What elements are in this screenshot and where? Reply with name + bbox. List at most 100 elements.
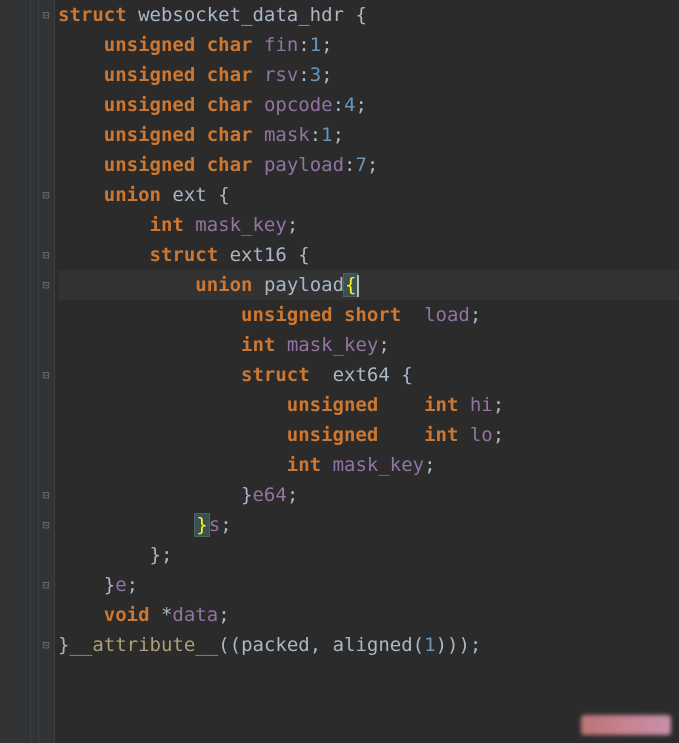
- token: ;: [218, 604, 229, 626]
- token: lo: [470, 424, 493, 446]
- token: {: [390, 364, 413, 386]
- fold-collapse-icon[interactable]: ⊟: [40, 369, 52, 381]
- token: void: [104, 604, 150, 626]
- code-line[interactable]: unsigned char opcode:4;: [58, 90, 679, 120]
- token: 1: [424, 634, 435, 656]
- code-line[interactable]: union ext {: [58, 180, 679, 210]
- token: unsigned: [287, 424, 379, 446]
- token: union: [195, 274, 252, 296]
- token: struct: [241, 364, 310, 386]
- code-line[interactable]: }__attribute__((packed, aligned(1)));: [58, 630, 679, 660]
- token: }: [241, 484, 252, 506]
- token: *: [150, 604, 173, 626]
- code-line[interactable]: unsigned int hi;: [58, 390, 679, 420]
- token: [458, 424, 469, 446]
- code-line[interactable]: int mask_key;: [58, 450, 679, 480]
- token: e: [115, 574, 126, 596]
- token: int: [150, 214, 184, 236]
- code-line[interactable]: }e;: [58, 570, 679, 600]
- token: [184, 214, 195, 236]
- token: ;: [321, 34, 332, 56]
- token: {: [343, 273, 358, 297]
- text-caret: [357, 275, 359, 297]
- fold-end-icon[interactable]: ⊟: [40, 579, 52, 591]
- token: ;: [127, 574, 138, 596]
- token: unsigned short: [241, 304, 401, 326]
- token: ;: [287, 214, 298, 236]
- fold-collapse-icon[interactable]: ⊟: [40, 189, 52, 201]
- token: 1: [310, 34, 321, 56]
- token: {: [287, 244, 310, 266]
- token: :: [310, 124, 321, 146]
- code-line[interactable]: unsigned char payload:7;: [58, 150, 679, 180]
- token: ((: [218, 634, 241, 656]
- token: websocket_data_hdr: [138, 4, 344, 26]
- code-editor[interactable]: ⊟ ⊟ ⊟ ⊟ ⊟ ⊟ ⊟ ⊟ ⊟ struct websocket_data_hdr { un…: [0, 0, 679, 743]
- token: [252, 64, 263, 86]
- fold-collapse-icon[interactable]: ⊟: [40, 249, 52, 261]
- fold-collapse-icon[interactable]: ⊟: [40, 279, 52, 291]
- token: union: [104, 184, 161, 206]
- token: [218, 244, 229, 266]
- code-line[interactable]: struct websocket_data_hdr {: [58, 0, 679, 30]
- token: payload: [264, 274, 344, 296]
- redacted-region: [581, 715, 671, 735]
- code-line[interactable]: void *data;: [58, 600, 679, 630]
- token: int: [424, 424, 458, 446]
- token: {: [344, 4, 367, 26]
- token: 3: [310, 64, 321, 86]
- code-line[interactable]: int mask_key;: [58, 210, 679, 240]
- code-line[interactable]: struct ext16 {: [58, 240, 679, 270]
- token: ;: [424, 454, 435, 476]
- token: :: [298, 34, 309, 56]
- token: __attribute__: [69, 634, 218, 656]
- token: ;: [470, 304, 481, 326]
- token: mask_key: [333, 454, 425, 476]
- token: }: [194, 513, 209, 537]
- code-line[interactable]: }s;: [58, 510, 679, 540]
- token: fin: [264, 34, 298, 56]
- token: load: [424, 304, 470, 326]
- fold-end-icon[interactable]: ⊟: [40, 639, 52, 651]
- token: int: [287, 454, 321, 476]
- code-line[interactable]: unsigned int lo;: [58, 420, 679, 450]
- code-line[interactable]: int mask_key;: [58, 330, 679, 360]
- token: };: [150, 544, 173, 566]
- fold-collapse-icon[interactable]: ⊟: [40, 9, 52, 21]
- token: ;: [220, 514, 231, 536]
- token: ,: [310, 634, 333, 656]
- token: [127, 4, 138, 26]
- token: [321, 454, 332, 476]
- token: struct: [150, 244, 219, 266]
- token: [252, 94, 263, 116]
- token: 7: [355, 154, 366, 176]
- token: int: [241, 334, 275, 356]
- token: unsigned char: [104, 94, 253, 116]
- token: struct: [58, 4, 127, 26]
- code-area[interactable]: struct websocket_data_hdr { unsigned cha…: [54, 0, 679, 743]
- code-line[interactable]: unsigned short load;: [58, 300, 679, 330]
- token: :: [344, 154, 355, 176]
- token: [275, 334, 286, 356]
- code-line[interactable]: };: [58, 540, 679, 570]
- code-line[interactable]: unsigned char fin:1;: [58, 30, 679, 60]
- code-line[interactable]: unsigned char rsv:3;: [58, 60, 679, 90]
- token: }: [58, 634, 69, 656]
- token: {: [207, 184, 230, 206]
- token: hi: [470, 394, 493, 416]
- fold-end-icon[interactable]: ⊟: [40, 489, 52, 501]
- token: data: [172, 604, 218, 626]
- token: ;: [287, 484, 298, 506]
- code-line[interactable]: }e64;: [58, 480, 679, 510]
- token: unsigned char: [104, 64, 253, 86]
- token: opcode: [264, 94, 333, 116]
- token: mask: [264, 124, 310, 146]
- code-line[interactable]: union payload{: [58, 270, 679, 300]
- code-line[interactable]: unsigned char mask:1;: [58, 120, 679, 150]
- token: ;: [493, 394, 504, 416]
- token: [458, 394, 469, 416]
- code-line[interactable]: struct ext64 {: [58, 360, 679, 390]
- token: ;: [493, 424, 504, 446]
- token: }: [104, 574, 115, 596]
- fold-end-icon[interactable]: ⊟: [40, 519, 52, 531]
